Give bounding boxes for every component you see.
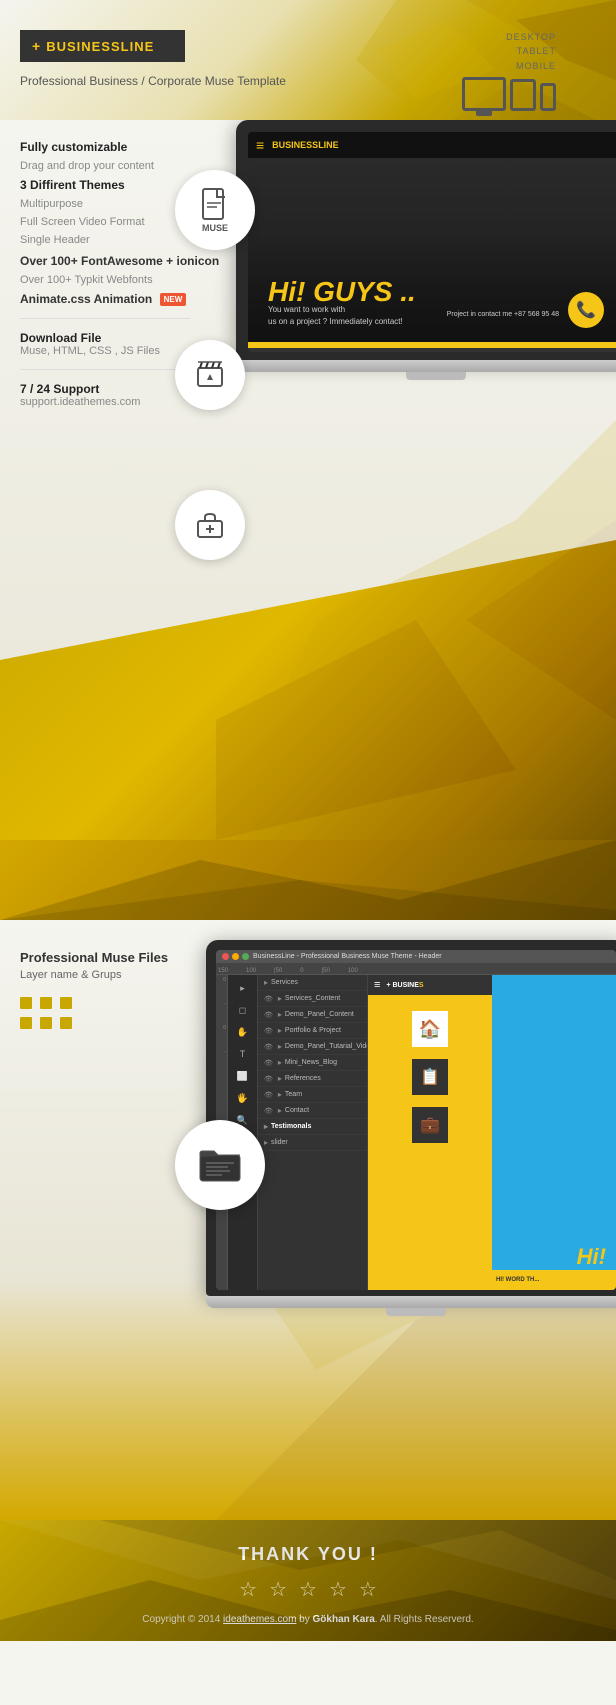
dot-grid-2 bbox=[20, 1017, 220, 1029]
ideathemes-link[interactable]: ideathemes.com bbox=[223, 1614, 296, 1625]
author-name: Gökhan Kara bbox=[313, 1614, 375, 1625]
feature-fontawesome: Over 100+ FontAwesome + ionicon bbox=[20, 254, 220, 268]
layer-item-contact[interactable]: 👁▸ Contact bbox=[258, 1103, 367, 1119]
layer-item-testimonals[interactable]: ▸ Testimonals bbox=[258, 1119, 367, 1135]
star-3[interactable]: ☆ bbox=[299, 1577, 317, 1602]
logo-bar: + BUSINESSLINE bbox=[20, 30, 185, 62]
feature-drag-drop: Drag and drop your content bbox=[20, 160, 220, 172]
folder-circle-icon bbox=[175, 1120, 265, 1210]
layer-item-slider[interactable]: ▸ slider bbox=[258, 1135, 367, 1151]
canvas-hi-text: Hi! bbox=[577, 1244, 606, 1270]
layer-item-team[interactable]: 👁▸ Team bbox=[258, 1087, 367, 1103]
layer-item-references[interactable]: 👁▸ References bbox=[258, 1071, 367, 1087]
layer-item-news[interactable]: 👁▸ Mini_News_Blog bbox=[258, 1055, 367, 1071]
divider-1 bbox=[20, 318, 190, 319]
stars-row: ☆ ☆ ☆ ☆ ☆ bbox=[20, 1577, 596, 1602]
header-section: + BUSINESSLINE Professional Business / C… bbox=[0, 0, 616, 120]
canvas-home-icon: 🏠 bbox=[412, 1011, 448, 1047]
phone-icon bbox=[540, 83, 556, 111]
phone-badge-icon: 📞 bbox=[568, 292, 604, 328]
tool-hand[interactable]: ✋ bbox=[234, 1023, 252, 1041]
dot bbox=[60, 997, 72, 1009]
star-4[interactable]: ☆ bbox=[329, 1577, 347, 1602]
maximize-dot bbox=[242, 953, 249, 960]
dot bbox=[40, 1017, 52, 1029]
screen-sub-text: You want to work with us on a project ? … bbox=[268, 304, 403, 328]
star-2[interactable]: ☆ bbox=[269, 1577, 287, 1602]
briefcase-circle-icon bbox=[175, 490, 245, 560]
layer-item-services[interactable]: ▸ Services bbox=[258, 975, 367, 991]
layer-item-demo-panel[interactable]: 👁▸ Demo_Panel_Content bbox=[258, 1007, 367, 1023]
second-section: Professional Muse Files Layer name & Gru… bbox=[0, 920, 616, 1520]
muse-design-canvas: ⚓ Home ≡ + BUSINES bbox=[368, 975, 616, 1290]
second-feature-title: Professional Muse Files bbox=[20, 950, 220, 965]
laptop-stand bbox=[406, 372, 466, 380]
footer-copyright: Copyright © 2014 ideathemes.com by Gökha… bbox=[20, 1614, 596, 1625]
tool-text[interactable]: T bbox=[234, 1045, 252, 1063]
feature-animate: Animate.css Animation NEW bbox=[20, 292, 220, 306]
main-section: Fully customizable Drag and drop your co… bbox=[0, 120, 616, 840]
layer-item-services-content[interactable]: 👁▸ Services_Content bbox=[258, 991, 367, 1007]
second-features-list: Professional Muse Files Layer name & Gru… bbox=[20, 950, 220, 1029]
muse-layers-panel: ▸ Services 👁▸ Services_Content 👁▸ Demo_P… bbox=[258, 975, 368, 1290]
canvas-brief-icon: 💼 bbox=[412, 1107, 448, 1143]
layer-item-demo-video[interactable]: 👁▸ Demo_Panel_Tutarial_Video bbox=[258, 1039, 367, 1055]
ruler-horizontal: 150100|500|50100 bbox=[216, 963, 616, 975]
laptop2-base bbox=[206, 1296, 616, 1308]
folder-icon bbox=[198, 1147, 242, 1183]
muse-titlebar: BusinessLine - Professional Business Mus… bbox=[216, 950, 616, 963]
tool-frame[interactable]: ⬜ bbox=[234, 1067, 252, 1085]
dot-grid-1 bbox=[20, 997, 220, 1009]
canvas-blue-panel: Hi! HI! WORD TH... bbox=[492, 975, 616, 1290]
laptop-base bbox=[236, 360, 616, 372]
download-title: Download File bbox=[20, 331, 220, 345]
device-icons-group: DESKTOP TABLET MOBILE bbox=[462, 30, 556, 111]
divider-2 bbox=[20, 369, 190, 370]
laptop-mockup-1: ≡ BUSINESSLINE Hi! GUYS .. You want to w… bbox=[236, 120, 616, 380]
monitor-icon bbox=[462, 77, 506, 111]
yellow-geo-bg bbox=[0, 540, 616, 840]
dot bbox=[20, 1017, 32, 1029]
briefcase-icon bbox=[195, 509, 225, 539]
gold-transition-section bbox=[0, 840, 616, 920]
dot bbox=[40, 997, 52, 1009]
tool-select[interactable]: ◻ bbox=[234, 1001, 252, 1019]
thank-you-text: THANK YOU ! bbox=[20, 1544, 596, 1565]
laptop-mockup-2: BusinessLine - Professional Business Mus… bbox=[206, 940, 616, 1316]
close-dot bbox=[222, 953, 229, 960]
feature-customizable: Fully customizable bbox=[20, 140, 220, 154]
layer-item-portfolio[interactable]: 👁▸ Portfolio & Project bbox=[258, 1023, 367, 1039]
minimize-dot bbox=[232, 953, 239, 960]
tablet-icon bbox=[510, 79, 536, 111]
tool-pointer[interactable]: ▸ bbox=[234, 979, 252, 997]
laptop2-stand bbox=[386, 1308, 446, 1316]
contact-number: Project in contact me +87 568 95 48 bbox=[447, 311, 559, 318]
device-shapes bbox=[462, 77, 556, 111]
footer-section: THANK YOU ! ☆ ☆ ☆ ☆ ☆ Copyright © 2014 i… bbox=[0, 1520, 616, 1641]
muse-file-circle-icon: MUSE bbox=[175, 170, 255, 250]
dot bbox=[20, 997, 32, 1009]
clapperboard-icon bbox=[194, 358, 226, 390]
star-1[interactable]: ☆ bbox=[239, 1577, 257, 1602]
canvas-yellow-panel: ≡ + BUSINES 🏠 📋 💼 bbox=[368, 975, 492, 1290]
logo-plus-icon: + bbox=[32, 38, 40, 54]
dot bbox=[60, 1017, 72, 1029]
new-badge: NEW bbox=[160, 293, 187, 306]
second-feature-sub: Layer name & Grups bbox=[20, 969, 220, 981]
award-circle-icon bbox=[175, 340, 245, 410]
gold-geo bbox=[0, 840, 616, 920]
feature-typkit: Over 100+ Typkit Webfonts bbox=[20, 274, 220, 286]
tool-hand2[interactable]: 🖐 bbox=[234, 1089, 252, 1107]
canvas-book-icon: 📋 bbox=[412, 1059, 448, 1095]
logo-text: BUSINESSLINE bbox=[46, 39, 154, 54]
document-icon bbox=[201, 187, 229, 221]
star-5[interactable]: ☆ bbox=[359, 1577, 377, 1602]
device-labels: DESKTOP TABLET MOBILE bbox=[462, 30, 556, 73]
screen-topbar: ≡ BUSINESSLINE bbox=[248, 132, 616, 158]
